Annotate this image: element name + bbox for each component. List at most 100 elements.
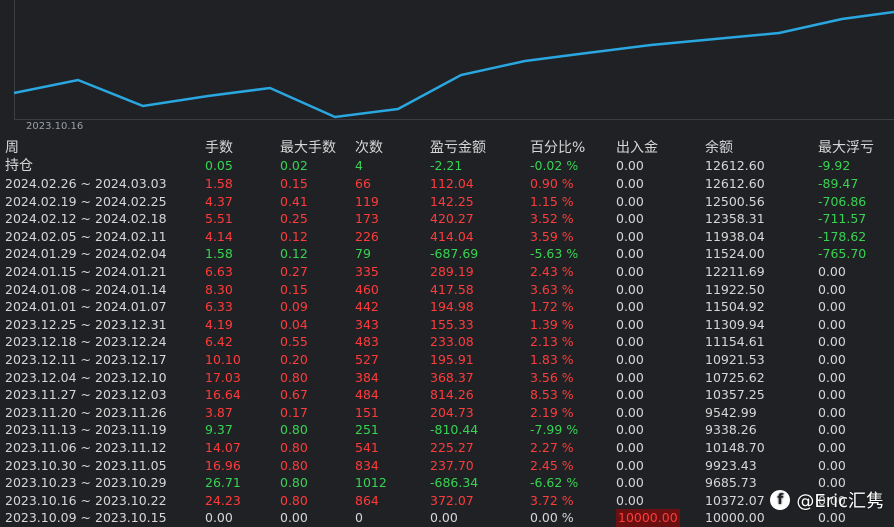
cell-period: 2023.11.13 ~ 2023.11.19: [5, 422, 167, 438]
cell-percent: 3.63 %: [530, 281, 574, 297]
cell-lots: 24.23: [205, 492, 241, 508]
cell-max-lots: 0.80: [280, 369, 308, 385]
cell-lots: 14.07: [205, 439, 241, 455]
cell-percent: 1.39 %: [530, 316, 574, 332]
cell-in-out: 0.00: [616, 299, 644, 315]
cell-balance: 9542.99: [705, 404, 757, 420]
cell-pl: 372.07: [430, 492, 474, 508]
cell-max-float-loss: 0.00: [818, 281, 846, 297]
cell-balance: 9338.26: [705, 422, 757, 438]
watermark-text: @Eric汇隽: [796, 491, 884, 512]
cell-max-lots: 0.00: [280, 510, 308, 526]
cell-max-float-loss: -711.57: [818, 211, 867, 227]
cell-count: 834: [355, 457, 379, 473]
table-row: 2023.11.20 ~ 2023.11.26 3.87 0.17 151 204.73…: [0, 404, 894, 422]
cell-percent: 2.45 %: [530, 457, 574, 473]
table-row: 2024.01.08 ~ 2024.01.14 8.30 0.15 460 417.58…: [0, 281, 894, 299]
cell-count: 79: [355, 246, 371, 262]
cell-balance: 11524.00: [705, 246, 765, 262]
cell-in-out: 0.00: [616, 387, 644, 403]
cell-pl: -686.34: [430, 475, 479, 491]
cell-in-out: 0.00: [616, 369, 644, 385]
cell-pl: 194.98: [430, 299, 474, 315]
cell-lots: 16.96: [205, 457, 241, 473]
table-row: 2024.01.01 ~ 2024.01.07 6.33 0.09 442 194.98…: [0, 298, 894, 316]
cell-period: 2024.02.12 ~ 2024.02.18: [5, 211, 167, 227]
cell-period: 2024.02.19 ~ 2024.02.25: [5, 193, 167, 209]
cell-max-lots: 0.12: [280, 246, 308, 262]
cell-period: 2023.11.27 ~ 2023.12.03: [5, 387, 167, 403]
cell-balance: 10725.62: [705, 369, 765, 385]
cell-lots: 5.51: [205, 211, 233, 227]
cell-max-float-loss: 0.00: [818, 387, 846, 403]
cell-balance: 12358.31: [705, 211, 765, 227]
cell-period: 2024.01.01 ~ 2024.01.07: [5, 299, 167, 315]
chart-start-date: 2023.10.16: [26, 121, 84, 132]
header-balance: 余额: [705, 140, 733, 156]
cell-in-out: 0.00: [616, 351, 644, 367]
cell-percent: 1.15 %: [530, 193, 574, 209]
cell-max-float-loss: 0.00: [818, 439, 846, 455]
cell-in-out: 0.00: [616, 439, 644, 455]
cell-balance: 11504.92: [705, 299, 765, 315]
cell-percent: 3.72 %: [530, 492, 574, 508]
holding-pl: -2.21: [430, 158, 463, 173]
cell-in-out: 0.00: [616, 422, 644, 438]
cell-max-float-loss: 0.00: [818, 316, 846, 332]
cell-max-lots: 0.27: [280, 263, 308, 279]
cell-in-out: 0.00: [616, 492, 644, 508]
cell-in-out: 0.00: [616, 281, 644, 297]
balance-line-svg: [13, 10, 894, 119]
cell-max-lots: 0.80: [280, 457, 308, 473]
cell-balance: 10357.25: [705, 387, 765, 403]
header-max-float-loss: 最大浮亏: [818, 140, 874, 156]
cell-period: 2023.10.30 ~ 2023.11.05: [5, 457, 167, 473]
cell-pl: 237.70: [430, 457, 474, 473]
cell-max-float-loss: -765.70: [818, 246, 867, 262]
holding-percent: -0.02 %: [530, 158, 579, 173]
cell-pl: 368.37: [430, 369, 474, 385]
cell-lots: 4.19: [205, 316, 233, 332]
table-row: 2024.02.19 ~ 2024.02.25 4.37 0.41 119 142.25…: [0, 193, 894, 211]
holding-in-out: 0.00: [616, 158, 644, 173]
cell-count: 251: [355, 422, 379, 438]
cell-balance: 9685.73: [705, 475, 757, 491]
cell-pl: 0.00: [430, 510, 458, 526]
cell-in-out: 0.00: [616, 263, 644, 279]
cell-lots: 17.03: [205, 369, 241, 385]
header-max-lots: 最大手数: [280, 140, 336, 156]
cell-pl: -810.44: [430, 422, 479, 438]
cell-count: 541: [355, 439, 379, 455]
table-row: 2023.12.18 ~ 2023.12.24 6.42 0.55 483 233.08…: [0, 333, 894, 351]
cell-period: 2023.10.09 ~ 2023.10.15: [5, 510, 167, 526]
cell-balance: 12211.69: [705, 263, 765, 279]
table-row: 2024.01.29 ~ 2024.02.04 1.58 0.12 79 -687.69…: [0, 245, 894, 263]
table-row: 2023.11.06 ~ 2023.11.12 14.07 0.80 541 225.2…: [0, 439, 894, 457]
cell-period: 2023.12.18 ~ 2023.12.24: [5, 334, 167, 350]
cell-count: 864: [355, 492, 379, 508]
cell-pl: 112.04: [430, 176, 474, 191]
cell-pl: 233.08: [430, 334, 474, 350]
cell-percent: -6.62 %: [530, 475, 579, 491]
table-row: 2023.12.04 ~ 2023.12.10 17.03 0.80 384 368.3…: [0, 369, 894, 387]
cell-lots: 4.14: [205, 228, 233, 244]
balance-line: [13, 10, 894, 119]
cell-percent: 2.43 %: [530, 263, 574, 279]
table-row: 2024.02.12 ~ 2024.02.18 5.51 0.25 173 420.27…: [0, 210, 894, 228]
cell-pl: 420.27: [430, 211, 474, 227]
cell-percent: 3.52 %: [530, 211, 574, 227]
cell-count: 119: [355, 193, 379, 209]
cell-in-out: 0.00: [616, 457, 644, 473]
table-row: 2024.02.26 ~ 2024.03.03 1.58 0.15 66 112.04 0…: [0, 175, 894, 193]
cell-period: 2023.11.20 ~ 2023.11.26: [5, 404, 167, 420]
facebook-icon: f: [770, 490, 791, 510]
holding-max-float-loss: -9.92: [818, 158, 851, 173]
cell-pl: 195.91: [430, 351, 474, 367]
table-row: 2023.10.16 ~ 2023.10.22 24.23 0.80 864 372.0…: [0, 492, 894, 510]
cell-lots: 6.63: [205, 263, 233, 279]
header-period: 周: [5, 140, 19, 156]
cell-percent: -7.99 %: [530, 422, 579, 438]
cell-lots: 10.10: [205, 351, 241, 367]
cell-max-lots: 0.04: [280, 316, 308, 332]
cell-max-float-loss: 0.00: [818, 334, 846, 350]
